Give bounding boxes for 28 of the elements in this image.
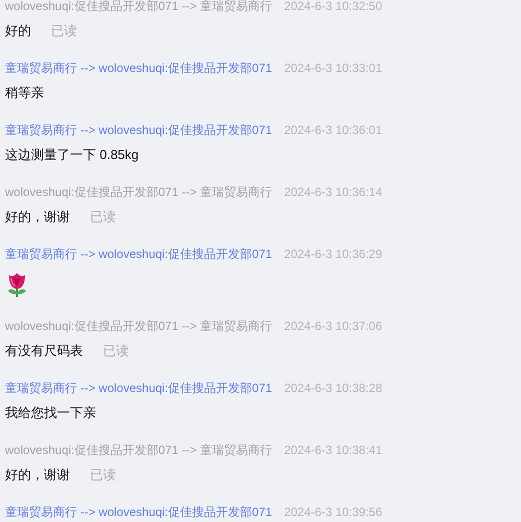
sender-line: woloveshuqi:促佳搜品开发部071 --> 童瑞贸易商行 xyxy=(5,184,272,201)
read-status: 已读 xyxy=(103,342,129,360)
message-text: 稍等亲 xyxy=(5,84,44,102)
sender-line: 童瑞贸易商行 --> woloveshuqi:促佳搜品开发部071 xyxy=(5,246,272,263)
message-text: 这边测量了一下 0.85kg xyxy=(5,146,139,164)
message-text: 好的 xyxy=(5,22,31,40)
sender-line: woloveshuqi:促佳搜品开发部071 --> 童瑞贸易商行 xyxy=(5,0,272,15)
message-text: 有没有尺码表 xyxy=(5,342,83,360)
sender-line: woloveshuqi:促佳搜品开发部071 --> 童瑞贸易商行 xyxy=(5,318,272,335)
message-text: 我给您找一下亲 xyxy=(5,404,96,422)
timestamp: 2024-6-3 10:36:01 xyxy=(284,122,382,139)
timestamp: 2024-6-3 10:39:56 xyxy=(284,504,382,518)
timestamp: 2024-6-3 10:32:50 xyxy=(284,0,382,15)
message-text: 好的，谢谢 xyxy=(5,466,70,484)
timestamp: 2024-6-3 10:33:01 xyxy=(284,60,382,77)
sender-line: 童瑞贸易商行 --> woloveshuqi:促佳搜品开发部071 xyxy=(5,122,272,139)
sender-line: 童瑞贸易商行 --> woloveshuqi:促佳搜品开发部071 xyxy=(5,60,272,77)
read-status: 已读 xyxy=(90,208,116,226)
message-text: 好的，谢谢 xyxy=(5,208,70,226)
timestamp: 2024-6-3 10:38:28 xyxy=(284,380,382,397)
read-status: 已读 xyxy=(90,466,116,484)
timestamp: 2024-6-3 10:37:06 xyxy=(284,318,382,335)
read-status: 已读 xyxy=(51,22,77,40)
timestamp: 2024-6-3 10:38:41 xyxy=(284,442,382,459)
sender-line: woloveshuqi:促佳搜品开发部071 --> 童瑞贸易商行 xyxy=(5,442,272,459)
timestamp: 2024-6-3 10:36:14 xyxy=(284,184,382,201)
timestamp: 2024-6-3 10:36:29 xyxy=(284,246,382,263)
sender-line: 童瑞贸易商行 --> woloveshuqi:促佳搜品开发部071 xyxy=(5,380,272,397)
